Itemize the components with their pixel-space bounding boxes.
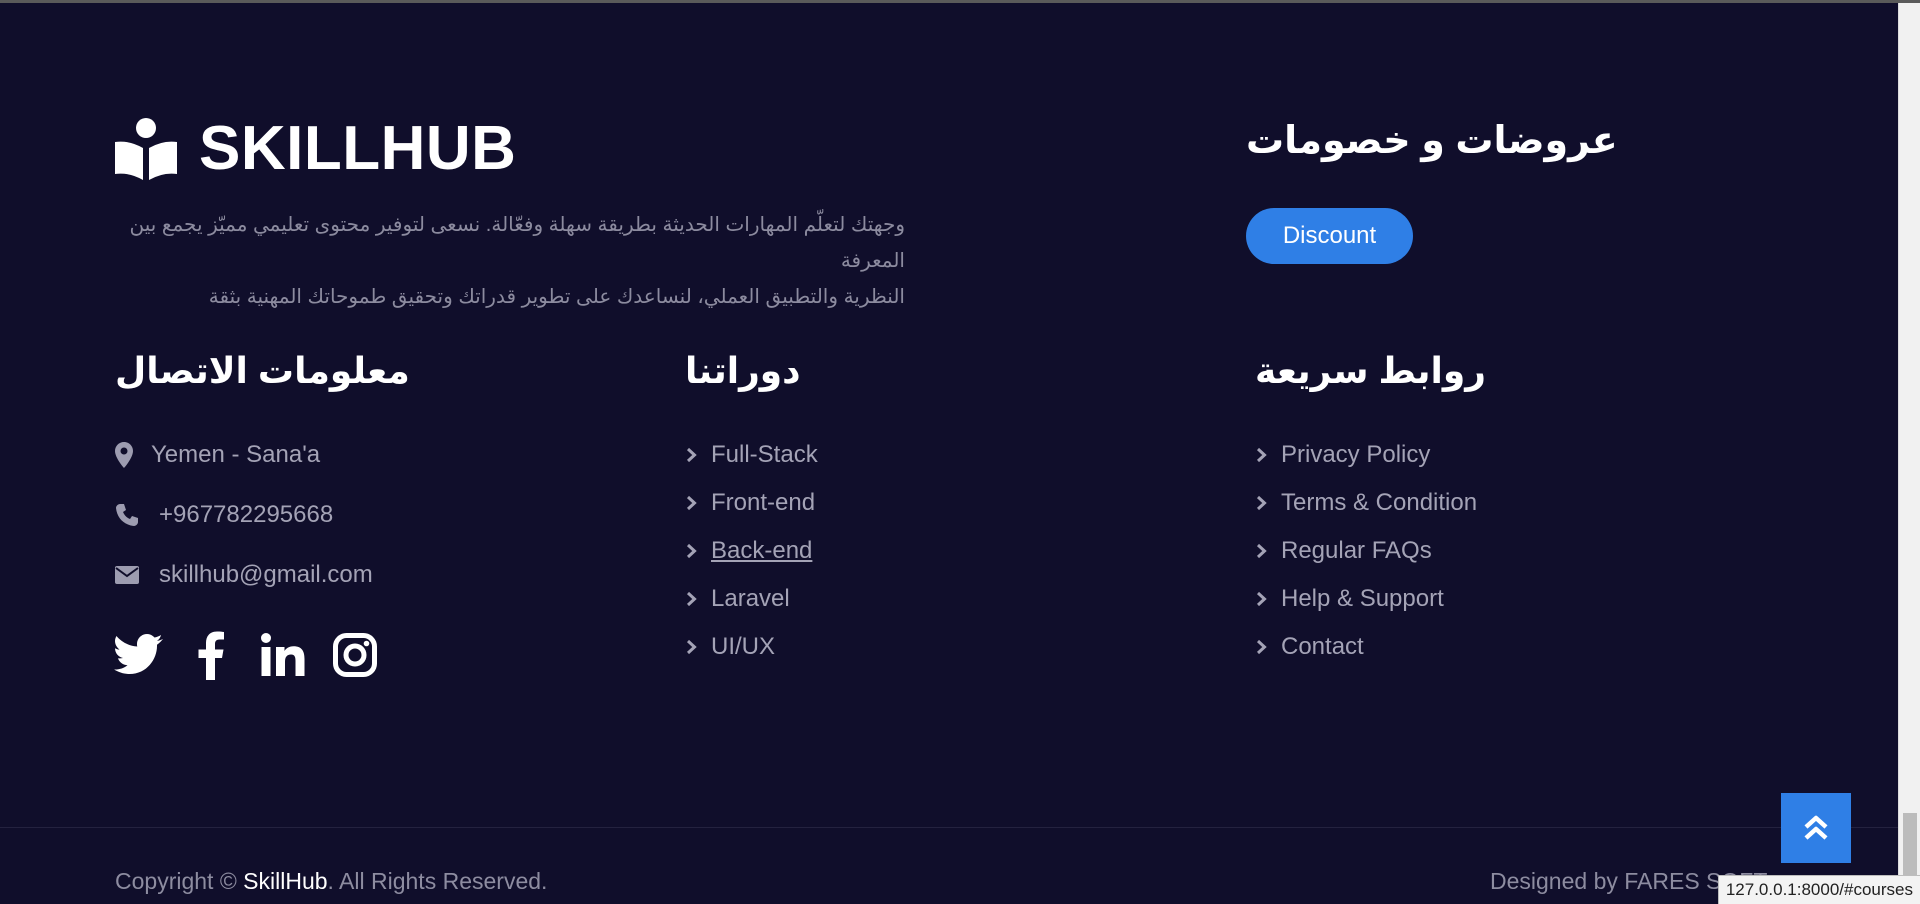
courses-list: Full-Stack Front-end Back-end Laravel UI… xyxy=(685,440,818,680)
quick-link-label: Privacy Policy xyxy=(1281,441,1431,468)
quick-link-label: Regular FAQs xyxy=(1281,537,1432,564)
chevron-right-icon xyxy=(1256,447,1267,463)
discount-button[interactable]: Discount xyxy=(1246,208,1413,264)
copyright-brand-link[interactable]: SkillHub xyxy=(243,868,327,894)
chevron-right-icon xyxy=(1256,495,1267,511)
twitter-icon[interactable] xyxy=(113,630,165,680)
course-link[interactable]: UI/UX xyxy=(685,632,818,662)
brand-name: SKILLHUB xyxy=(199,114,517,183)
copyright-prefix: Copyright © xyxy=(115,868,244,894)
footer-brand[interactable]: SKILLHUB xyxy=(115,118,516,180)
course-link[interactable]: Front-end xyxy=(685,488,818,518)
contact-info-title: معلومات الاتصال xyxy=(115,350,410,391)
course-link-label: Back-end xyxy=(711,537,813,564)
quick-links-title: روابط سريعة xyxy=(1255,350,1486,391)
instagram-icon[interactable] xyxy=(329,630,381,680)
course-link-label: UI/UX xyxy=(711,633,776,660)
course-link-label: Full-Stack xyxy=(711,441,818,468)
contact-phone-text: +967782295668 xyxy=(159,501,334,528)
window-top-border xyxy=(0,0,1920,3)
quick-link[interactable]: Contact xyxy=(1255,632,1477,662)
course-link-label: Front-end xyxy=(711,489,816,516)
page-scrollbar[interactable] xyxy=(1898,3,1920,904)
copyright-suffix: . All Rights Reserved. xyxy=(327,868,548,894)
course-link-label: Laravel xyxy=(711,585,790,612)
phone-icon xyxy=(115,502,151,528)
chevron-right-icon xyxy=(1256,639,1267,655)
facebook-icon[interactable] xyxy=(185,630,237,680)
contact-phone: +967782295668 xyxy=(115,500,373,530)
quick-link[interactable]: Help & Support xyxy=(1255,584,1477,614)
chevron-right-icon xyxy=(1256,543,1267,559)
chevron-right-icon xyxy=(1256,591,1267,607)
about-text: وجهتك لتعلّم المهارات الحديثة بطريقة سهل… xyxy=(115,207,905,315)
chevron-right-icon xyxy=(686,591,697,607)
course-link[interactable]: Full-Stack xyxy=(685,440,818,470)
chevron-right-icon xyxy=(686,639,697,655)
quick-link-label: Help & Support xyxy=(1281,585,1444,612)
contact-email: skillhub@gmail.com xyxy=(115,560,373,590)
quick-link[interactable]: Terms & Condition xyxy=(1255,488,1477,518)
contact-list: Yemen - Sana'a +967782295668 skillhub@gm… xyxy=(115,440,373,620)
about-line-2: النظرية والتطبيق العملي، لنساعدك على تطو… xyxy=(208,286,905,308)
double-chevron-up-icon xyxy=(1804,815,1828,840)
copyright-text: Copyright © SkillHub. All Rights Reserve… xyxy=(115,868,547,895)
quick-links-list: Privacy Policy Terms & Condition Regular… xyxy=(1255,440,1477,680)
offers-title: عروضات و خصومات xyxy=(1246,120,1618,162)
map-marker-icon xyxy=(115,442,143,468)
social-links xyxy=(113,630,401,680)
envelope-icon xyxy=(115,562,151,588)
footer-divider xyxy=(0,827,1898,828)
browser-status-url: 127.0.0.1:8000/#courses xyxy=(1717,875,1920,904)
book-reader-icon xyxy=(115,118,177,180)
quick-link-label: Contact xyxy=(1281,633,1364,660)
quick-link-label: Terms & Condition xyxy=(1281,489,1478,516)
chevron-right-icon xyxy=(686,543,697,559)
linkedin-icon[interactable] xyxy=(257,630,309,680)
course-link[interactable]: Back-end xyxy=(685,536,818,566)
chevron-right-icon xyxy=(686,495,697,511)
contact-address-text: Yemen - Sana'a xyxy=(151,441,321,468)
contact-email-text: skillhub@gmail.com xyxy=(159,561,373,588)
about-line-1: وجهتك لتعلّم المهارات الحديثة بطريقة سهل… xyxy=(129,214,905,272)
chevron-right-icon xyxy=(686,447,697,463)
course-link[interactable]: Laravel xyxy=(685,584,818,614)
courses-title: دوراتنا xyxy=(685,350,801,391)
quick-link[interactable]: Privacy Policy xyxy=(1255,440,1477,470)
quick-link[interactable]: Regular FAQs xyxy=(1255,536,1477,566)
contact-address: Yemen - Sana'a xyxy=(115,440,373,470)
back-to-top-button[interactable] xyxy=(1781,793,1851,863)
